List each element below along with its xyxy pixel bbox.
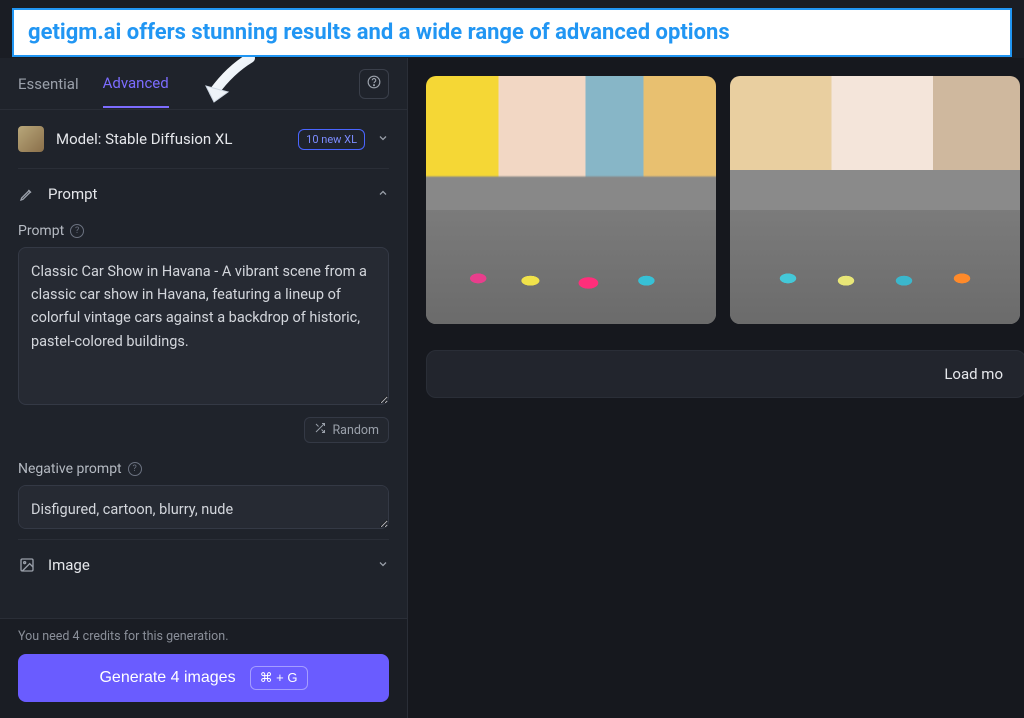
negative-prompt-label: Negative prompt [18,461,122,477]
chevron-down-icon [377,558,389,573]
sidebar-footer: You need 4 credits for this generation. … [0,618,407,718]
annotation-text: getigm.ai offers stunning results and a … [28,20,730,45]
random-button[interactable]: Random [304,417,389,443]
generate-button[interactable]: Generate 4 images ⌘ + G [18,654,389,702]
info-icon[interactable]: ? [128,462,142,476]
generate-shortcut: ⌘ + G [250,666,308,690]
help-button[interactable] [359,69,389,99]
random-label: Random [332,423,379,438]
results-panel: Load mo [408,58,1024,718]
section-prompt-header[interactable]: Prompt [18,169,389,219]
tab-essential[interactable]: Essential [18,61,79,107]
edit-icon [18,186,36,202]
model-badge: 10 new XL [298,129,365,150]
help-icon [367,75,381,93]
section-image-title: Image [48,556,365,574]
image-icon [18,557,36,573]
negative-prompt-input[interactable] [18,485,389,529]
generate-label: Generate 4 images [99,669,235,687]
shuffle-icon [314,422,326,438]
info-icon[interactable]: ? [70,224,84,238]
section-image-header[interactable]: Image [18,540,389,590]
tab-advanced[interactable]: Advanced [103,60,169,108]
settings-sidebar: Essential Advanced Model: Stable Diffusi… [0,58,408,718]
prompt-label: Prompt [18,223,64,239]
chevron-up-icon [377,187,389,202]
prompt-input[interactable] [18,247,389,405]
result-image[interactable] [730,76,1020,324]
credits-text: You need 4 credits for this generation. [18,629,389,644]
results-gallery [426,76,1024,324]
section-prompt-title: Prompt [48,185,365,203]
load-more-button[interactable]: Load mo [426,350,1024,398]
annotation-banner: getigm.ai offers stunning results and a … [12,8,1012,57]
model-label: Model: Stable Diffusion XL [56,130,286,148]
result-image[interactable] [426,76,716,324]
model-selector[interactable]: Model: Stable Diffusion XL 10 new XL [18,110,389,169]
chevron-down-icon [377,132,389,147]
model-thumbnail [18,126,44,152]
load-more-label: Load mo [944,365,1003,383]
tabs: Essential Advanced [0,58,407,110]
